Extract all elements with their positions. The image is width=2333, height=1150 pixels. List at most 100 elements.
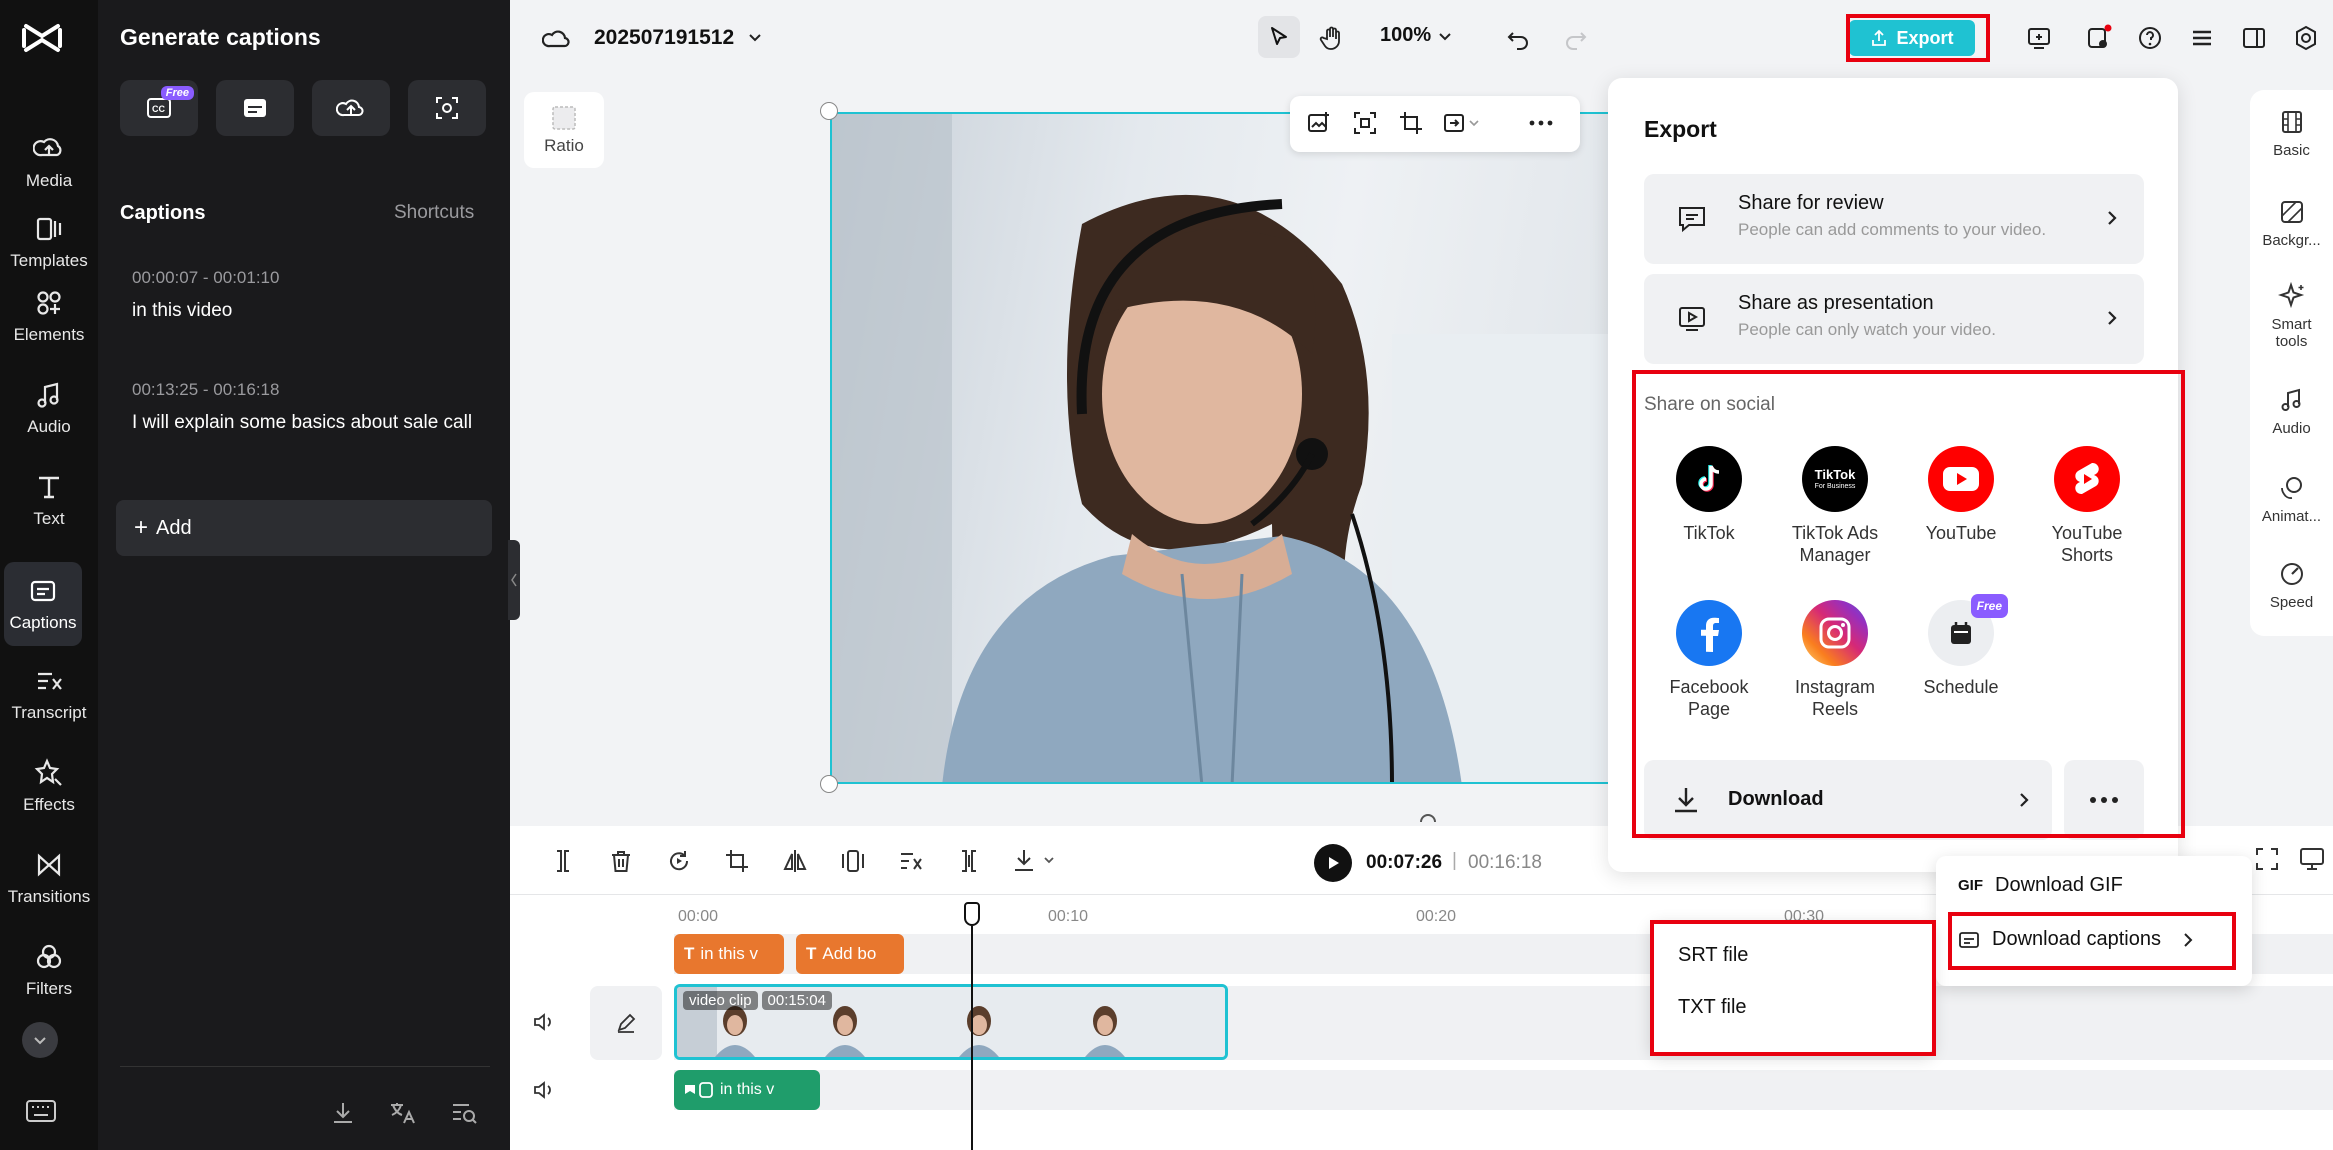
fit-timeline-button[interactable]: [2254, 846, 2280, 872]
video-preview[interactable]: [830, 112, 1610, 784]
rail-item-audio[interactable]: Audio: [0, 366, 98, 450]
rail-item-templates[interactable]: Templates: [0, 200, 98, 284]
flip-button[interactable]: [778, 844, 812, 878]
crop-button[interactable]: [1398, 110, 1424, 136]
caption-track-mute-button[interactable]: [532, 1078, 556, 1102]
rail-item-transitions[interactable]: Transitions: [0, 836, 98, 920]
text-icon: [33, 471, 65, 503]
export-button[interactable]: Export: [1849, 20, 1975, 56]
share-for-review-button[interactable]: Share for review People can add comments…: [1644, 174, 2144, 264]
redo-button[interactable]: [1558, 20, 1594, 56]
right-rail-background[interactable]: Backgr...: [2250, 198, 2333, 249]
resize-handle[interactable]: [820, 102, 838, 120]
download-captions-item[interactable]: Download captions: [1958, 928, 2238, 951]
playhead[interactable]: [962, 894, 982, 1150]
more-export-options-button[interactable]: [2064, 760, 2144, 840]
project-name[interactable]: 202507191512: [594, 26, 734, 50]
right-rail-audio[interactable]: Audio: [2250, 386, 2333, 437]
resize-handle[interactable]: [820, 775, 838, 793]
share-youtube-button[interactable]: YouTube: [1906, 446, 2016, 544]
translate-icon: [388, 1100, 416, 1126]
add-caption-button[interactable]: + Add: [116, 500, 492, 556]
upload-captions-button[interactable]: [312, 80, 390, 136]
ratio-button[interactable]: Ratio: [524, 92, 604, 168]
trim-button[interactable]: [952, 844, 986, 878]
edit-image-button[interactable]: [1306, 110, 1332, 136]
right-rail-animation[interactable]: Animat...: [2250, 474, 2333, 525]
cover-edit-button[interactable]: [590, 986, 662, 1060]
loop-button[interactable]: [662, 844, 696, 878]
notifications-button[interactable]: [2080, 20, 2116, 56]
right-rail-basic[interactable]: Basic: [2250, 108, 2333, 159]
rail-item-filters[interactable]: Filters: [0, 928, 98, 1012]
share-tiktok-ads-button[interactable]: TikTok For Business TikTok Ads Manager: [1780, 446, 1890, 566]
download-clip-button[interactable]: [1010, 846, 1056, 874]
share-instagram-button[interactable]: Instagram Reels: [1780, 600, 1890, 720]
caption-text[interactable]: I will explain some basics about sale ca…: [132, 412, 482, 434]
cloud-sync-icon[interactable]: [542, 24, 572, 50]
crop-clip-button[interactable]: [720, 844, 754, 878]
project-menu-chevron-icon[interactable]: [746, 28, 764, 46]
keyboard-shortcuts-button[interactable]: [26, 1100, 56, 1122]
rotate-handle[interactable]: [1416, 808, 1440, 826]
caption-clip[interactable]: in this v: [674, 1070, 820, 1110]
find-replace-button[interactable]: [450, 1100, 478, 1126]
rail-item-media[interactable]: Media: [0, 120, 98, 204]
right-rail-smart-tools[interactable]: Smart tools: [2250, 282, 2333, 350]
rail-item-captions[interactable]: Captions: [4, 562, 82, 646]
rail-item-effects[interactable]: Effects: [0, 744, 98, 828]
share-youtube-shorts-button[interactable]: YouTube Shorts: [2032, 446, 2142, 566]
help-button[interactable]: [2132, 20, 2168, 56]
more-options-button[interactable]: [1526, 110, 1556, 136]
shortcuts-link[interactable]: Shortcuts: [394, 202, 474, 224]
select-tool-button[interactable]: [1258, 16, 1300, 58]
translate-button[interactable]: [388, 1100, 416, 1126]
gear-icon: [2292, 24, 2320, 52]
srt-file-option[interactable]: SRT file: [1678, 944, 1748, 967]
capcut-logo[interactable]: [20, 18, 64, 58]
download-button[interactable]: Download: [1644, 760, 2052, 840]
text-clip[interactable]: Tin this v: [674, 934, 784, 974]
txt-file-option[interactable]: TXT file: [1678, 996, 1747, 1019]
video-clip[interactable]: video clip 00:15:04: [674, 984, 1228, 1060]
share-as-presentation-button[interactable]: Share as presentation People can only wa…: [1644, 274, 2144, 364]
manual-captions-button[interactable]: [216, 80, 294, 136]
undo-button[interactable]: [1500, 20, 1536, 56]
schedule-button[interactable]: Free Schedule: [1906, 600, 2016, 698]
focus-button[interactable]: [1352, 110, 1378, 136]
layers-icon: [2188, 24, 2216, 52]
freeze-button[interactable]: [836, 844, 870, 878]
panel-collapse-handle[interactable]: [508, 540, 520, 620]
settings-button[interactable]: [2288, 20, 2324, 56]
chevron-down-icon: [32, 1032, 48, 1048]
split-button[interactable]: [546, 844, 580, 878]
rail-item-transcript[interactable]: Transcript: [0, 652, 98, 736]
present-button[interactable]: [2022, 20, 2058, 56]
hand-tool-button[interactable]: [1314, 20, 1350, 56]
playhead-handle[interactable]: [964, 902, 980, 926]
text-clip[interactable]: TAdd bo: [796, 934, 904, 974]
layout-button[interactable]: [2236, 20, 2272, 56]
scan-captions-button[interactable]: [408, 80, 486, 136]
zoom-select[interactable]: 100%: [1380, 24, 1453, 47]
play-button[interactable]: [1314, 844, 1352, 882]
video-track-mute-button[interactable]: [532, 1010, 556, 1034]
delete-button[interactable]: [604, 844, 638, 878]
export-captions-button[interactable]: [330, 1100, 356, 1126]
rail-item-elements[interactable]: Elements: [0, 274, 98, 358]
download-label: Download: [1728, 788, 1824, 811]
transcript-tool-button[interactable]: [894, 844, 928, 878]
replace-button[interactable]: [1442, 110, 1482, 136]
share-tiktok-button[interactable]: TikTok: [1654, 446, 1764, 544]
preview-toggle-button[interactable]: [2298, 846, 2326, 872]
collapse-rail-button[interactable]: [22, 1022, 58, 1058]
layers-button[interactable]: [2184, 20, 2220, 56]
caption-text[interactable]: in this video: [132, 300, 482, 322]
right-rail-speed[interactable]: Speed: [2250, 560, 2333, 611]
share-facebook-button[interactable]: Facebook Page: [1654, 600, 1764, 720]
rail-item-text[interactable]: Text: [0, 458, 98, 542]
caption-item[interactable]: 00:00:07 - 00:01:10 in this video: [132, 268, 482, 322]
download-gif-item[interactable]: GIF Download GIF: [1958, 874, 2123, 897]
caption-item[interactable]: 00:13:25 - 00:16:18 I will explain some …: [132, 380, 482, 434]
auto-captions-button[interactable]: CC Free: [120, 80, 198, 136]
